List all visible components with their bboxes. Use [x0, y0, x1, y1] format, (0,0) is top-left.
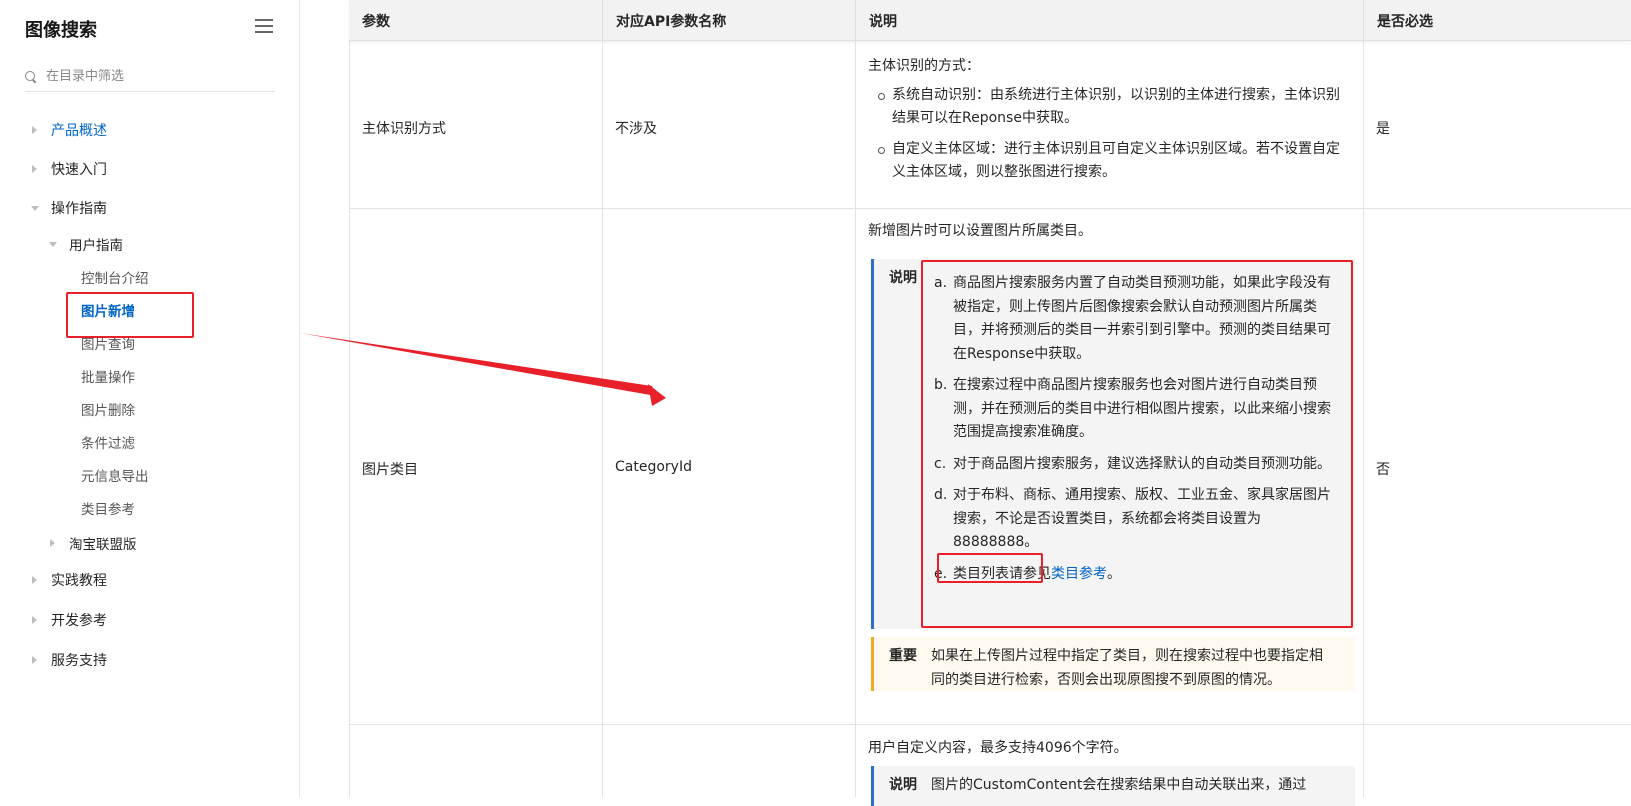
row2-important: 重要 如果在上传图片过程中指定了类目，则在搜索过程中也要指定相同的类目进行检索，…: [871, 637, 1355, 691]
note-label: 说明: [889, 777, 917, 793]
sidebar-item-tutorials[interactable]: 实践教程: [32, 570, 107, 590]
note-item-e: e. 类目列表请参见类目参考。: [934, 565, 1121, 582]
caret-down-icon: [31, 205, 39, 211]
sidebar-filter: [25, 62, 275, 92]
sidebar-item-label: 图片删除: [81, 403, 135, 419]
note-item-d: d. 对于布料、商标、通用搜索、版权、工业五金、家具家居图片搜索，不论是否设置类目…: [934, 487, 1331, 550]
sidebar-item-console-intro[interactable]: 控制台介绍: [81, 267, 149, 287]
note-label: 说明: [889, 270, 917, 286]
sidebar-item-label: 服务支持: [51, 653, 107, 669]
sidebar-item-support[interactable]: 服务支持: [32, 650, 107, 670]
caret-right-icon: [32, 165, 37, 173]
row2-desc-intro: 新增图片时可以设置图片所属类目。: [868, 223, 1092, 239]
search-icon: [25, 70, 37, 83]
sidebar-item-label: 元信息导出: [81, 469, 149, 485]
row1-api: 不涉及: [615, 121, 657, 137]
row1-param: 主体识别方式: [362, 121, 446, 137]
sidebar-item-user-guide[interactable]: 用户指南: [49, 234, 123, 254]
note-item-b: b. 在搜索过程中商品图片搜索服务也会对图片进行自动类目预测，并在预测后的类目中进…: [934, 377, 1331, 440]
important-text: 如果在上传图片过程中指定了类目，则在搜索过程中也要指定相同的类目进行检索，否则会…: [931, 648, 1323, 688]
sidebar-item-label: 产品概述: [51, 123, 107, 139]
sidebar-item-meta-export[interactable]: 元信息导出: [81, 465, 149, 485]
category-ref-link[interactable]: 类目参考: [1051, 566, 1107, 582]
sidebar-item-label: 实践教程: [51, 573, 107, 589]
header-required: 是否必选: [1363, 0, 1631, 41]
row1-bullet: 自定义主体区域：进行主体识别且可自定义主体识别区域。若不设置自定义主体区域，则以…: [868, 138, 1348, 184]
note-item-c: c. 对于商品图片搜索服务，建议选择默认的自动类目预测功能。: [934, 455, 1331, 472]
row1-description: 主体识别的方式： 系统自动识别：由系统进行主体识别，以识别的主体进行搜索，主体识…: [868, 55, 1348, 192]
row3-note: 说明 图片的CustomContent会在搜索结果中自动关联出来，通过: [871, 766, 1355, 806]
divider: [855, 41, 856, 797]
row2-api: CategoryId: [615, 459, 692, 475]
note-item-a: a. 商品图片搜索服务内置了自动类目预测功能，如果此字段没有被指定，则上传图片后图…: [934, 275, 1331, 362]
sidebar-item-dev-ref[interactable]: 开发参考: [32, 610, 107, 630]
sidebar-item-quick-start[interactable]: 快速入门: [32, 159, 107, 179]
header-api-name: 对应API参数名称: [602, 0, 855, 41]
sidebar-item-label: 操作指南: [51, 201, 107, 217]
row2-note: 说明 a. 商品图片搜索服务内置了自动类目预测功能，如果此字段没有被指定，则上传图…: [871, 259, 1355, 629]
row2-required: 否: [1376, 462, 1390, 478]
sidebar-item-label: 开发参考: [51, 613, 107, 629]
row-divider: [349, 208, 1631, 209]
row-divider: [349, 724, 1631, 725]
sidebar-item-taobao[interactable]: 淘宝联盟版: [50, 533, 137, 553]
caret-right-icon: [50, 539, 55, 547]
sidebar-item-label: 快速入门: [51, 162, 107, 178]
header-description: 说明: [855, 0, 1363, 41]
table-header: 参数 对应API参数名称 说明 是否必选: [349, 0, 1631, 41]
row3-note-text: 图片的CustomContent会在搜索结果中自动关联出来，通过: [931, 777, 1307, 793]
caret-right-icon: [32, 126, 37, 134]
sidebar-item-batch-ops[interactable]: 批量操作: [81, 366, 135, 386]
sidebar-item-label: 用户指南: [69, 238, 123, 254]
sidebar-item-product-overview[interactable]: 产品概述: [32, 120, 107, 140]
divider: [349, 41, 350, 797]
divider: [602, 41, 603, 797]
sidebar-item-add-image[interactable]: 图片新增: [81, 300, 135, 320]
caret-right-icon: [32, 616, 37, 624]
divider: [1363, 41, 1364, 797]
sidebar-item-label: 控制台介绍: [81, 271, 149, 287]
sidebar-item-operation-guide[interactable]: 操作指南: [31, 198, 107, 218]
sidebar-title: 图像搜索: [25, 20, 97, 41]
sidebar: 图像搜索 产品概述 快速入门 操作指南 用户指南 控制台介绍 图片新增 图片查询…: [0, 0, 300, 797]
caret-right-icon: [32, 576, 37, 584]
row2-param: 图片类目: [362, 462, 418, 478]
menu-icon[interactable]: [255, 18, 273, 34]
row1-bullet: 系统自动识别：由系统进行主体识别，以识别的主体进行搜索，主体识别结果可以在Rep…: [868, 84, 1348, 130]
sidebar-item-label: 批量操作: [81, 370, 135, 386]
sidebar-item-label: 图片新增: [81, 304, 135, 320]
params-table: 参数 对应API参数名称 说明 是否必选 主体识别方式 不涉及 主体识别的方式：…: [349, 0, 1631, 806]
row1-required: 是: [1376, 121, 1390, 137]
sidebar-item-label: 淘宝联盟版: [69, 537, 137, 553]
sidebar-item-query-image[interactable]: 图片查询: [81, 333, 135, 353]
header-param: 参数: [362, 13, 390, 30]
category-value: 88888888。: [953, 534, 1039, 550]
important-label: 重要: [889, 648, 917, 664]
sidebar-filter-input[interactable]: [46, 69, 261, 84]
sidebar-item-label: 类目参考: [81, 502, 135, 518]
row3-desc-intro: 用户自定义内容，最多支持4096个字符。: [868, 740, 1128, 756]
sidebar-item-label: 条件过滤: [81, 436, 135, 452]
caret-right-icon: [32, 656, 37, 664]
sidebar-item-filter[interactable]: 条件过滤: [81, 432, 135, 452]
caret-down-icon: [49, 241, 57, 247]
sidebar-item-category-ref[interactable]: 类目参考: [81, 498, 135, 518]
sidebar-item-delete-image[interactable]: 图片删除: [81, 399, 135, 419]
sidebar-item-label: 图片查询: [81, 337, 135, 353]
row1-desc-intro: 主体识别的方式：: [868, 58, 980, 74]
